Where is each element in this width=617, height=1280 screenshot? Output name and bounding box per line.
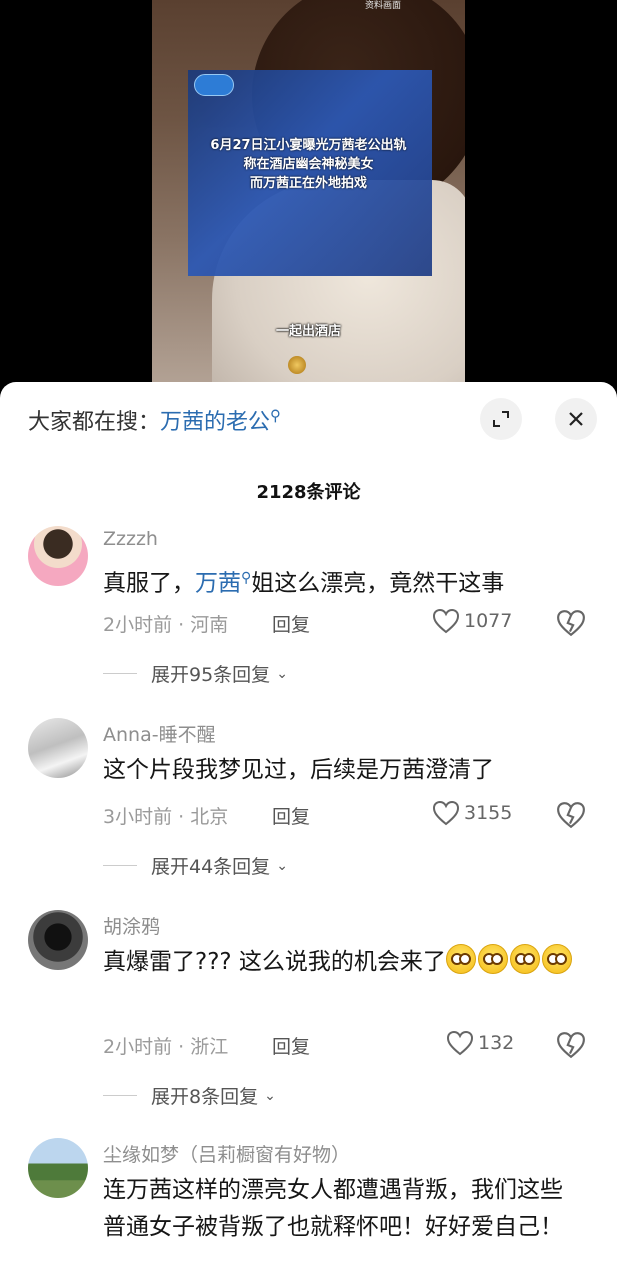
video-frame [152,0,465,400]
close-icon [569,412,583,426]
expand-replies-label: 展开95条回复 [151,664,271,686]
expand-replies-label: 展开44条回复 [151,856,271,878]
reply-button[interactable]: 回复 [272,1032,310,1059]
divider [103,1095,137,1096]
expand-replies[interactable]: 展开95条回复 ⌄ [103,660,288,687]
close-button[interactable] [555,398,597,440]
comment-username[interactable]: 胡涂鸦 [103,912,160,939]
smile-emoji-icon [509,944,540,974]
like-count: 132 [478,1032,515,1054]
headline-line-3: 而万茜正在外地拍戏 [249,176,367,191]
like-count: 3155 [464,802,513,824]
comment-username[interactable]: Zzzzh [103,528,158,550]
avatar[interactable] [28,526,88,586]
search-icon: ⚲ [241,570,252,586]
chevron-down-icon: ⌄ [276,665,288,682]
video-watermark: 资料画面 [365,1,402,11]
video-player[interactable]: 资料画面 6月27日江小宴曝光万茜老公出轨 称在酒店幽会神秘美女 而万茜正在外地… [0,0,617,400]
search-prefix: 大家都在搜： [28,410,161,435]
chevron-down-icon: ⌄ [264,1087,276,1104]
comment-keyword-link[interactable]: 万茜 [195,571,241,597]
comment-username[interactable]: 尘缘如梦（吕莉橱窗有好物） [103,1140,350,1167]
dislike-icon[interactable] [556,800,586,830]
jacket-button [288,356,306,374]
heart-icon [432,608,460,634]
avatar[interactable] [28,718,88,778]
expand-button[interactable] [480,398,522,440]
comment-text-part: 真爆雷了??? 这么说我的机会来了 [103,949,446,975]
chevron-down-icon: ⌄ [276,857,288,874]
comment-text: 这个片段我梦见过，后续是万茜澄清了 [103,757,494,783]
video-headline: 6月27日江小宴曝光万茜老公出轨 称在酒店幽会神秘美女 而万茜正在外地拍戏 [152,136,465,193]
expand-replies[interactable]: 展开8条回复 ⌄ [103,1082,276,1109]
search-keyword[interactable]: 万茜的老公 [160,410,270,435]
reply-button[interactable]: 回复 [272,802,310,829]
expand-icon [493,411,509,427]
avatar[interactable] [28,1138,88,1198]
expand-replies[interactable]: 展开44条回复 ⌄ [103,852,288,879]
divider [103,865,137,866]
reply-button[interactable]: 回复 [272,610,310,637]
comment-meta: 2小时前 · 浙江 [103,1036,229,1058]
headline-line-1: 6月27日江小宴曝光万茜老公出轨 [210,138,407,153]
video-subtitle: 一起出酒店 [275,324,341,339]
comment-text: 连万茜这样的漂亮女人都遭遇背叛，我们这些普通女子被背叛了也就释怀吧！好好爱自己！ [103,1177,563,1240]
dislike-icon[interactable] [556,608,586,638]
comment-text: 真爆雷了??? 这么说我的机会来了 [103,944,593,981]
comment-meta: 2小时前 · 河南 [103,614,229,636]
comment-text-part: 姐这么漂亮，竟然干这事 [251,570,505,597]
like-button[interactable]: 1077 [432,608,512,634]
heart-icon [446,1030,474,1056]
smile-emoji-icon [445,944,476,974]
heart-icon [432,800,460,826]
search-suggestion[interactable]: 大家都在搜：万茜的老公⚲ [28,404,281,436]
search-icon: ⚲ [270,406,282,425]
news-logo-badge [194,74,234,96]
comment-text-part: 真服了， [103,570,195,597]
headline-line-2: 称在酒店幽会神秘美女 [243,157,374,172]
expand-replies-label: 展开8条回复 [151,1086,259,1108]
like-count: 1077 [464,610,513,632]
like-button[interactable]: 3155 [432,800,512,826]
smile-emoji-icon [541,944,572,974]
comment-username[interactable]: Anna-睡不醒 [103,720,216,747]
like-button[interactable]: 132 [446,1030,514,1056]
divider [103,673,137,674]
comment-text: 真服了，万茜⚲姐这么漂亮，竟然干这事 [103,560,593,603]
comment-count: 2128条评论 [256,482,361,503]
smile-emoji-icon [477,944,508,974]
dislike-icon[interactable] [556,1030,586,1060]
comment-sheet: 大家都在搜：万茜的老公⚲ 2128条评论 Zzzzh 真服了，万茜⚲姐这么漂亮，… [0,382,617,1280]
comment-meta: 3小时前 · 北京 [103,806,229,828]
avatar[interactable] [28,910,88,970]
